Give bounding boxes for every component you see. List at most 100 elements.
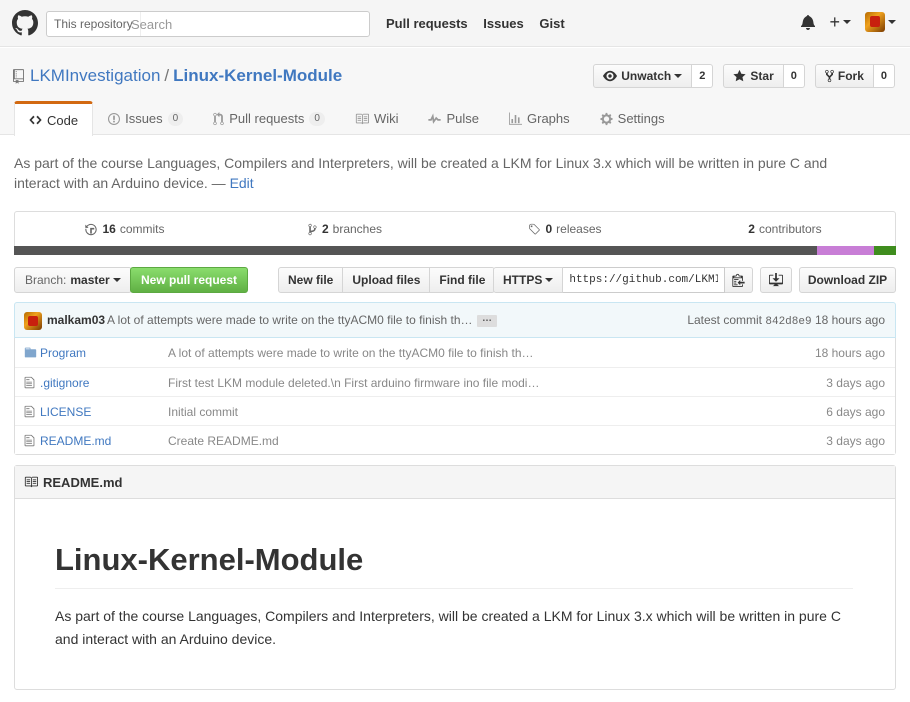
- tab-pulse-label: Pulse: [446, 111, 480, 126]
- github-logo-icon[interactable]: [12, 10, 38, 36]
- table-row: .gitignore First test LKM module deleted…: [15, 367, 895, 396]
- edit-separator: —: [207, 175, 230, 191]
- tab-wiki-label: Wiki: [373, 111, 399, 126]
- readme-heading: Linux-Kernel-Module: [55, 542, 853, 589]
- clipboard-icon: [732, 273, 745, 287]
- find-file-button[interactable]: Find file: [429, 267, 496, 293]
- repo-description: As part of the course Languages, Compile…: [14, 153, 874, 193]
- repo-header: LKMInvestigation / Linux-Kernel-Module U…: [0, 48, 910, 136]
- repo-name-link[interactable]: Linux-Kernel-Module: [173, 66, 342, 86]
- language-bar-segment: [14, 246, 817, 255]
- file-name-link[interactable]: Program: [40, 346, 86, 360]
- chevron-down-icon: [888, 20, 896, 24]
- book-icon: [355, 113, 369, 124]
- readme-filename: README.md: [43, 474, 123, 490]
- file-commit-message[interactable]: First test LKM module deleted.\n First a…: [168, 376, 548, 390]
- readme-body: Linux-Kernel-Module As part of the cours…: [55, 542, 853, 651]
- commit-author-avatar[interactable]: [24, 312, 42, 330]
- file-age: 3 days ago: [826, 376, 885, 390]
- branch-label: Branch:: [25, 273, 67, 287]
- tab-pull-requests-label: Pull requests: [229, 111, 305, 126]
- tab-graphs[interactable]: Graphs: [494, 101, 585, 135]
- file-name-link[interactable]: README.md: [40, 434, 111, 448]
- branches-count: 2: [321, 222, 329, 236]
- contributors-link[interactable]: 2 contributors: [675, 212, 895, 246]
- fork-button[interactable]: Fork: [814, 64, 874, 88]
- commit-meta: Latest commit 842d8e9 18 hours ago: [687, 313, 885, 328]
- edit-description-link[interactable]: Edit: [230, 175, 254, 191]
- site-header: This repository Pull requests Issues Gis…: [0, 0, 910, 47]
- user-menu-dropdown[interactable]: [865, 12, 896, 32]
- tab-issues[interactable]: Issues 0: [93, 101, 198, 135]
- new-file-button[interactable]: New file: [278, 267, 344, 293]
- file-commit-message[interactable]: Initial commit: [168, 405, 548, 419]
- repo-owner-link[interactable]: LKMInvestigation: [30, 66, 160, 86]
- star-icon: [733, 69, 747, 82]
- protocol-select-button[interactable]: HTTPS: [493, 267, 564, 293]
- repo-icon: [13, 68, 24, 84]
- contributors-count: 2: [748, 222, 755, 236]
- fork-count[interactable]: 0: [873, 64, 895, 88]
- tab-pulse[interactable]: Pulse: [413, 101, 494, 135]
- header-nav-pull-requests[interactable]: Pull requests: [386, 16, 468, 31]
- repo-actions: Unwatch 2 Star 0 Fork 0: [593, 64, 895, 88]
- download-zip-button[interactable]: Download ZIP: [799, 267, 896, 293]
- new-pull-request-button[interactable]: New pull request: [130, 267, 249, 293]
- copy-url-button[interactable]: [725, 267, 754, 293]
- tab-pull-requests[interactable]: Pull requests 0: [198, 101, 340, 135]
- repo-description-text: As part of the course Languages, Compile…: [14, 155, 828, 191]
- file-age: 18 hours ago: [814, 346, 885, 360]
- expand-commit-button[interactable]: …: [477, 314, 497, 327]
- bell-icon[interactable]: [801, 14, 816, 30]
- language-bar[interactable]: [14, 246, 896, 255]
- file-commit-message[interactable]: Create README.md: [168, 434, 548, 448]
- table-row: README.md Create README.md 3 days ago: [15, 425, 895, 454]
- commits-label: commits: [119, 222, 165, 236]
- tab-issues-counter: 0: [167, 111, 184, 126]
- file-commit-message[interactable]: A lot of attempts were made to write on …: [168, 346, 548, 360]
- commit-sha-link[interactable]: 842d8e9: [765, 316, 811, 328]
- file-icon: [24, 376, 35, 389]
- commit-author-link[interactable]: malkam03: [47, 313, 105, 327]
- chevron-down-icon: [112, 278, 121, 282]
- search-scope-label: This repository: [47, 12, 141, 36]
- file-actions-group: New file Upload files Find file: [278, 267, 496, 293]
- commits-count: 16: [102, 222, 116, 236]
- releases-count: 0: [545, 222, 553, 236]
- tab-settings[interactable]: Settings: [585, 101, 680, 135]
- clone-url-group: HTTPS: [493, 267, 754, 293]
- eye-icon: [603, 70, 618, 82]
- file-name-link[interactable]: LICENSE: [40, 405, 91, 419]
- file-name-link[interactable]: .gitignore: [40, 376, 89, 390]
- unwatch-button[interactable]: Unwatch: [593, 64, 693, 88]
- header-nav: Pull requests Issues Gist: [386, 16, 577, 31]
- search-input[interactable]: [131, 13, 365, 35]
- tab-code-label: Code: [47, 112, 79, 128]
- star-count[interactable]: 0: [783, 64, 805, 88]
- file-list: Program A lot of attempts were made to w…: [14, 338, 896, 455]
- commits-link[interactable]: 16 commits: [15, 212, 235, 246]
- code-icon: [29, 115, 42, 125]
- readme-panel: README.md Linux-Kernel-Module As part of…: [14, 465, 896, 690]
- header-nav-gist[interactable]: Gist: [539, 16, 564, 31]
- commit-message-link[interactable]: A lot of attempts were made to write on …: [107, 313, 479, 327]
- releases-link[interactable]: 0 releases: [455, 212, 675, 246]
- branch-icon: [308, 223, 317, 235]
- branches-link[interactable]: 2 branches: [235, 212, 455, 246]
- graph-icon: [509, 112, 523, 125]
- star-label: Star: [750, 69, 774, 83]
- create-new-dropdown[interactable]: +: [829, 13, 851, 31]
- branch-name: master: [70, 273, 110, 287]
- star-button[interactable]: Star: [723, 64, 784, 88]
- tab-wiki[interactable]: Wiki: [340, 101, 414, 135]
- tab-code[interactable]: Code: [14, 101, 94, 136]
- open-desktop-button[interactable]: [760, 267, 792, 293]
- folder-icon: [24, 347, 37, 358]
- upload-files-button[interactable]: Upload files: [342, 267, 431, 293]
- branch-select-button[interactable]: Branch: master: [14, 267, 132, 293]
- watch-count[interactable]: 2: [692, 64, 714, 88]
- clone-url-input[interactable]: [563, 267, 726, 293]
- header-nav-issues[interactable]: Issues: [483, 16, 523, 31]
- chevron-down-icon: [545, 278, 554, 282]
- releases-label: releases: [556, 222, 602, 236]
